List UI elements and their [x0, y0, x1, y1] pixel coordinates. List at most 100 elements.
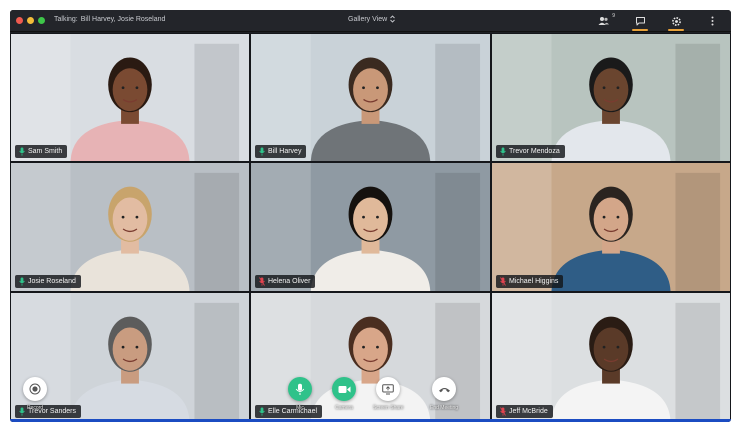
view-selector[interactable]: Gallery View	[348, 15, 395, 23]
camera-button[interactable]	[332, 377, 356, 401]
participant-video	[11, 163, 249, 291]
participant-eye	[121, 86, 125, 90]
participant-face	[353, 197, 388, 241]
zoom-window-button[interactable]	[38, 17, 45, 24]
camera-label: Camera	[335, 405, 353, 411]
end-meeting-label: End Meeting	[430, 405, 459, 411]
background-window	[492, 34, 552, 161]
background-wall	[675, 43, 721, 161]
window-controls	[16, 17, 45, 24]
mic-status-icon	[258, 147, 265, 156]
mic-muted-icon	[258, 277, 265, 286]
mic-status-icon	[258, 277, 265, 286]
screen-share-button[interactable]	[376, 377, 401, 401]
nameplate: Sam Smith	[15, 145, 68, 158]
background-wall	[435, 43, 481, 161]
video-tile[interactable]: Josie Roseland	[10, 162, 250, 292]
chat-underline	[632, 29, 648, 31]
mic-on-icon	[18, 277, 25, 286]
mic-status-icon	[18, 147, 25, 156]
participant-face	[353, 68, 388, 112]
participant-eye	[135, 215, 139, 219]
nameplate: Bill Harvey	[255, 145, 307, 158]
record-label: Record	[26, 405, 44, 411]
video-tile[interactable]: Michael Higgins	[491, 162, 731, 292]
participant-eye	[616, 86, 620, 90]
participant-face	[112, 197, 148, 241]
participant-name: Sam Smith	[28, 148, 63, 155]
mic-status-icon	[499, 277, 506, 286]
participant-eye	[121, 215, 125, 219]
talking-label: Talking:	[54, 16, 78, 23]
participant-eye	[602, 215, 606, 219]
chat-button[interactable]	[631, 13, 649, 31]
mic-status-icon	[499, 147, 506, 156]
participant-eye	[362, 345, 365, 349]
screen-share-label: Screen Share	[373, 405, 404, 411]
title-bar: Talking: Bill Harvey, Josie Roseland Gall…	[10, 10, 731, 32]
microphone-icon	[295, 383, 305, 395]
background-wall	[194, 43, 240, 161]
participant-video	[251, 34, 490, 161]
video-tile[interactable]: Sam Smith	[10, 33, 250, 162]
record-button[interactable]	[23, 377, 47, 401]
record-icon	[29, 383, 41, 395]
talking-names: Bill Harvey, Josie Roseland	[80, 16, 166, 23]
video-camera-icon	[338, 385, 350, 393]
background-window	[11, 163, 71, 291]
mic-status-icon	[18, 277, 25, 286]
participant-face	[593, 197, 629, 241]
screen-share-icon	[382, 383, 395, 394]
record-control: Record	[23, 377, 47, 411]
participant-eye	[135, 86, 139, 90]
mic-muted-icon	[499, 277, 506, 286]
participant-name: Josie Roseland	[28, 278, 76, 285]
nameplate: Michael Higgins	[496, 275, 564, 288]
participant-name: Trevor Mendoza	[509, 148, 560, 155]
participant-face	[593, 68, 629, 112]
settings-underline	[668, 29, 684, 31]
view-label: Gallery View	[348, 15, 388, 23]
nameplate: Trevor Mendoza	[496, 145, 565, 158]
meeting-controls: Record Mic Camera Screen Share End Meeti…	[10, 370, 731, 422]
mic-control: Mic	[288, 377, 312, 411]
participant-eye	[616, 215, 620, 219]
participant-eye	[121, 345, 125, 349]
participant-face	[112, 327, 148, 371]
more-button[interactable]	[703, 13, 721, 29]
background-window	[251, 34, 311, 161]
video-tile[interactable]: Helena Oliver	[250, 162, 491, 292]
participant-video	[11, 34, 249, 161]
background-window	[11, 34, 71, 161]
participant-eye	[376, 86, 379, 90]
hang-up-icon	[438, 387, 450, 392]
camera-control: Camera	[332, 377, 356, 411]
participant-name: Helena Oliver	[268, 278, 311, 285]
participant-name: Michael Higgins	[509, 278, 559, 285]
participant-eye	[602, 86, 606, 90]
participants-button[interactable]: 9	[595, 13, 615, 29]
meeting-window: Talking: Bill Harvey, Josie Roseland Gall…	[10, 10, 731, 422]
close-window-button[interactable]	[16, 17, 23, 24]
participant-video	[251, 163, 490, 291]
participant-video	[492, 34, 730, 161]
video-tile[interactable]: Trevor Mendoza	[491, 33, 731, 162]
participant-face	[593, 327, 629, 371]
background-window	[251, 163, 311, 291]
video-tile[interactable]: Bill Harvey	[250, 33, 491, 162]
participant-face	[353, 327, 388, 371]
participant-name: Bill Harvey	[268, 148, 302, 155]
participant-eye	[376, 345, 379, 349]
screen-share-control: Screen Share	[373, 377, 404, 411]
participants-count: 9	[612, 13, 615, 19]
bottom-accent-strip	[10, 419, 731, 422]
settings-button[interactable]	[667, 13, 685, 31]
participant-eye	[362, 215, 365, 219]
more-icon	[711, 16, 713, 26]
nameplate: Josie Roseland	[15, 275, 81, 288]
background-wall	[435, 172, 481, 291]
background-wall	[675, 172, 721, 291]
mic-button[interactable]	[288, 377, 312, 401]
minimize-window-button[interactable]	[27, 17, 34, 24]
end-meeting-button[interactable]	[432, 377, 457, 401]
